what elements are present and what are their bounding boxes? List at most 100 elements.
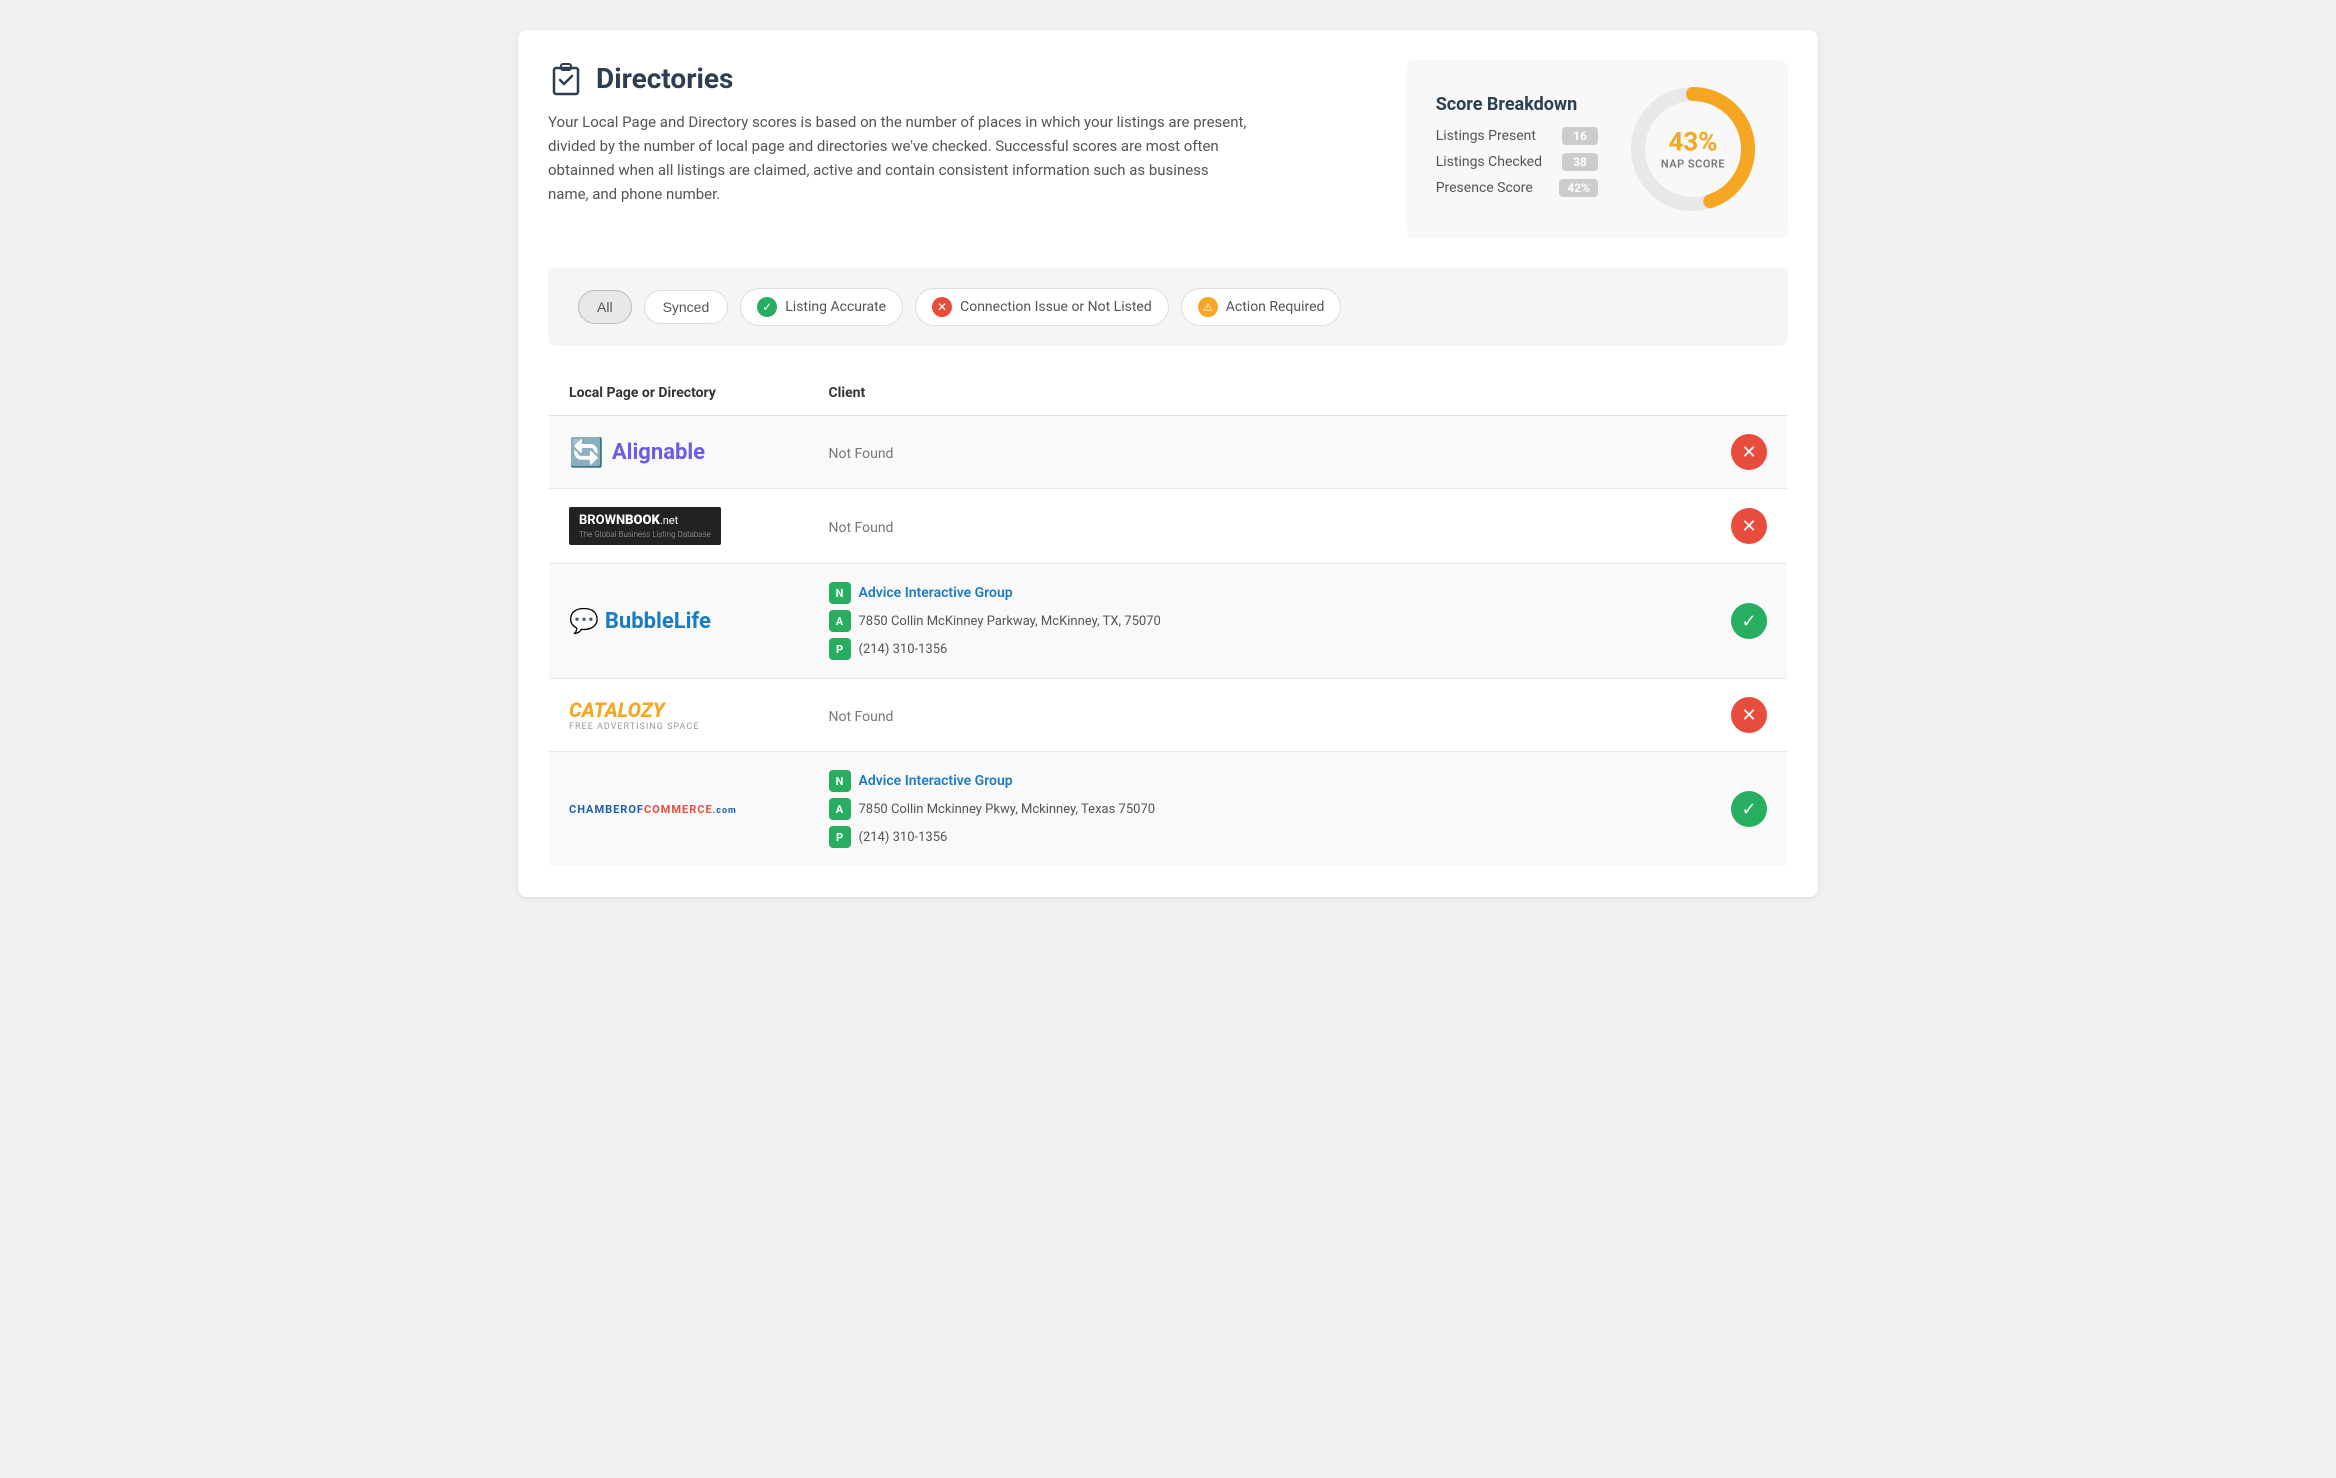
nap-score-donut: 43% NAP SCORE [1628, 84, 1758, 214]
main-container: Directories Your Local Page and Director… [518, 30, 1818, 897]
not-found-text: Not Found [829, 520, 894, 536]
client-name-row: N Advice Interactive Group [829, 770, 1692, 792]
client-address-row: A 7850 Collin Mckinney Pkwy, Mckinney, T… [829, 798, 1692, 820]
client-phone-row: P (214) 310-1356 [829, 826, 1692, 848]
score-row-listings-present: Listings Present 16 [1436, 127, 1598, 145]
status-cell-catalozy: ✕ [1711, 679, 1788, 752]
alignable-logo: 🔄 Alignable [569, 436, 789, 469]
bubblelife-logo: 💬 BubbleLife [569, 607, 789, 635]
logo-cell-chamberofcommerce: CHAMBEROFCOMMERCE.com [549, 752, 809, 867]
not-found-text: Not Found [829, 446, 894, 462]
nap-a-badge: A [829, 798, 851, 820]
directory-table: Local Page or Directory Client 🔄 Alignab… [548, 370, 1788, 867]
listings-checked-value: 38 [1562, 153, 1598, 171]
status-success-icon: ✓ [1731, 791, 1767, 827]
filter-action-required-chip[interactable]: ⚠ Action Required [1181, 288, 1342, 326]
listing-accurate-icon: ✓ [757, 297, 777, 317]
logo-cell-catalozy: CATALOZY FREE ADVERTISING SPACE [549, 679, 809, 752]
client-address-row: A 7850 Collin McKinney Parkway, McKinney… [829, 610, 1692, 632]
client-cell-bubblelife: N Advice Interactive Group A 7850 Collin… [809, 564, 1712, 679]
listings-present-label: Listings Present [1436, 128, 1536, 144]
action-required-icon: ⚠ [1198, 297, 1218, 317]
table-row: CHAMBEROFCOMMERCE.com N Advice Interacti… [549, 752, 1788, 867]
brownbook-logo: BROWNBOOK.net The Global Business Listin… [569, 507, 721, 545]
nap-n-badge: N [829, 770, 851, 792]
not-found-text: Not Found [829, 709, 894, 725]
filter-action-required-label: Action Required [1226, 299, 1325, 315]
filter-bar: All Synced ✓ Listing Accurate ✕ Connecti… [548, 268, 1788, 346]
catalozy-logo: CATALOZY FREE ADVERTISING SPACE [569, 698, 789, 732]
brownbook-text: BROWNBOOK.net [579, 513, 678, 528]
nap-score-percent: 43% [1661, 128, 1725, 158]
filter-all-button[interactable]: All [578, 290, 632, 324]
status-error-icon: ✕ [1731, 434, 1767, 470]
status-cell-chamberofcommerce: ✓ [1711, 752, 1788, 867]
col-header-client: Client [809, 371, 1712, 416]
chamber-logo: CHAMBEROFCOMMERCE.com [569, 803, 789, 816]
client-nap-info: N Advice Interactive Group A 7850 Collin… [829, 582, 1692, 660]
status-error-icon: ✕ [1731, 508, 1767, 544]
score-details: Score Breakdown Listings Present 16 List… [1436, 94, 1598, 205]
nap-n-badge: N [829, 582, 851, 604]
catalozy-text: CATALOZY [569, 698, 665, 722]
status-cell-brownbook: ✕ [1711, 489, 1788, 564]
status-cell-alignable: ✕ [1711, 416, 1788, 489]
client-cell-chamberofcommerce: N Advice Interactive Group A 7850 Collin… [809, 752, 1712, 867]
status-success-icon: ✓ [1731, 603, 1767, 639]
client-cell-brownbook: Not Found [809, 489, 1712, 564]
client-name-link[interactable]: Advice Interactive Group [859, 773, 1013, 789]
client-name-link[interactable]: Advice Interactive Group [859, 585, 1013, 601]
score-breakdown-title: Score Breakdown [1436, 94, 1598, 115]
alignable-icon: 🔄 [569, 436, 604, 469]
bubblelife-icon: 💬 [569, 607, 599, 635]
listings-present-value: 16 [1562, 127, 1598, 145]
alignable-text: Alignable [612, 440, 705, 465]
status-cell-bubblelife: ✓ [1711, 564, 1788, 679]
table-body: 🔄 Alignable Not Found ✕ BROWNBOOK.net The… [549, 416, 1788, 867]
clipboard-icon [548, 60, 584, 96]
filter-synced-button[interactable]: Synced [644, 290, 729, 324]
filter-connection-issue-label: Connection Issue or Not Listed [960, 299, 1152, 315]
col-header-directory: Local Page or Directory [549, 371, 809, 416]
client-phone-row: P (214) 310-1356 [829, 638, 1692, 660]
client-cell-catalozy: Not Found [809, 679, 1712, 752]
client-address: 7850 Collin McKinney Parkway, McKinney, … [859, 614, 1161, 629]
nap-p-badge: P [829, 826, 851, 848]
bubblelife-text: BubbleLife [605, 609, 711, 634]
score-row-presence-score: Presence Score 42% [1436, 179, 1598, 197]
client-nap-info: N Advice Interactive Group A 7850 Collin… [829, 770, 1692, 848]
table-row: 💬 BubbleLife N Advice Interactive Group … [549, 564, 1788, 679]
score-breakdown-section: Score Breakdown Listings Present 16 List… [1406, 60, 1788, 238]
col-header-status [1711, 371, 1788, 416]
client-name-row: N Advice Interactive Group [829, 582, 1692, 604]
client-phone: (214) 310-1356 [859, 830, 948, 845]
client-cell-alignable: Not Found [809, 416, 1712, 489]
donut-label: 43% NAP SCORE [1661, 128, 1725, 171]
nap-p-badge: P [829, 638, 851, 660]
table-row: CATALOZY FREE ADVERTISING SPACE Not Foun… [549, 679, 1788, 752]
header-section: Directories Your Local Page and Director… [548, 60, 1788, 238]
logo-cell-brownbook: BROWNBOOK.net The Global Business Listin… [549, 489, 809, 564]
score-row-listings-checked: Listings Checked 38 [1436, 153, 1598, 171]
table-row: 🔄 Alignable Not Found ✕ [549, 416, 1788, 489]
logo-cell-bubblelife: 💬 BubbleLife [549, 564, 809, 679]
table-row: BROWNBOOK.net The Global Business Listin… [549, 489, 1788, 564]
listings-checked-label: Listings Checked [1436, 154, 1542, 170]
description-text: Your Local Page and Directory scores is … [548, 110, 1248, 206]
filter-connection-issue-chip[interactable]: ✕ Connection Issue or Not Listed [915, 288, 1169, 326]
catalozy-sub: FREE ADVERTISING SPACE [569, 722, 699, 732]
client-address: 7850 Collin Mckinney Pkwy, Mckinney, Tex… [859, 802, 1156, 817]
filter-listing-accurate-label: Listing Accurate [785, 299, 886, 315]
client-phone: (214) 310-1356 [859, 642, 948, 657]
logo-cell-alignable: 🔄 Alignable [549, 416, 809, 489]
presence-score-value: 42% [1559, 179, 1598, 197]
presence-score-label: Presence Score [1436, 180, 1533, 196]
page-title: Directories [596, 62, 733, 95]
header-left: Directories Your Local Page and Director… [548, 60, 1248, 206]
status-error-icon: ✕ [1731, 697, 1767, 733]
nap-a-badge: A [829, 610, 851, 632]
filter-listing-accurate-chip[interactable]: ✓ Listing Accurate [740, 288, 903, 326]
chamber-text: CHAMBEROFCOMMERCE.com [569, 803, 737, 816]
table-header: Local Page or Directory Client [549, 371, 1788, 416]
connection-issue-icon: ✕ [932, 297, 952, 317]
